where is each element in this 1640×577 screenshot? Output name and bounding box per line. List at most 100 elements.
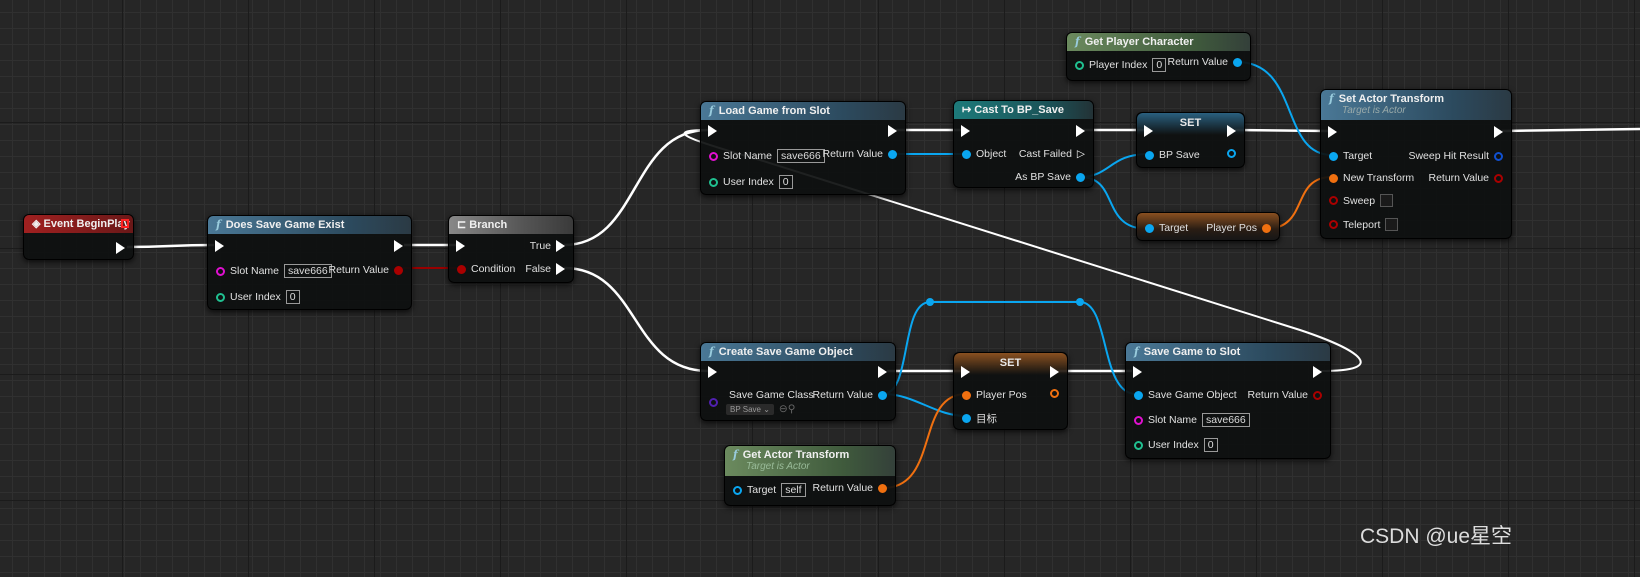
new-transform-pin[interactable]: New Transform [1329,172,1414,184]
teleport-checkbox[interactable] [1385,218,1399,231]
slot-name-input[interactable]: save666 [284,264,332,278]
exec-wire [1501,127,1640,133]
pin-label: Return Value [1428,172,1489,184]
exec-pin-icon [394,240,403,252]
user-index-input[interactable]: 0 [1203,438,1218,452]
user-index-pin[interactable]: User Index 0 [1134,438,1218,452]
node-load-game-from-slot[interactable]: f Load Game from Slot Slot Name save666 Re… [700,101,906,195]
save-game-object-pin[interactable]: Save Game Object [1134,389,1237,401]
bool-pin-icon [1329,220,1338,229]
node-event-begin-play[interactable]: ◈ Event BeginPlay [23,214,134,260]
node-get-actor-transform[interactable]: f Get Actor Transform Target is Actor Targ… [724,445,896,506]
output-pin[interactable] [1050,389,1059,398]
user-index-pin[interactable]: User Index 0 [216,290,300,304]
node-cast-to-bp-save[interactable]: ↦ Cast To BP_Save Object ▷ Cast Failed As… [953,100,1094,188]
sweep-pin[interactable]: Sweep [1329,194,1394,207]
node-title: Event BeginPlay [43,218,130,230]
player-pos-pin[interactable]: Player Pos [962,389,1027,401]
slot-name-pin[interactable]: Slot Name save666 [216,264,332,278]
exec-in-pin[interactable] [961,125,970,137]
int-pin-icon [1075,60,1084,70]
sweep-hit-result-pin[interactable]: Sweep Hit Result [1408,150,1503,162]
string-pin-icon [1134,415,1143,425]
exec-pin-icon [708,125,717,137]
exec-pin-icon [708,366,717,378]
exec-in-pin[interactable] [456,240,465,252]
node-set-player-pos[interactable]: SET Player Pos 目标 [953,352,1068,430]
output-pin[interactable] [1227,149,1236,158]
class-picker[interactable]: BP Save ⌄ ⊖⚲ [726,403,795,415]
node-title: Create Save Game Object [718,346,853,358]
player-index-pin[interactable]: Player Index 0 [1075,58,1167,72]
node-save-game-to-slot[interactable]: f Save Game to Slot Save Game Object Retu… [1125,342,1331,459]
delegate-pin-icon[interactable] [121,219,129,228]
exec-out-pin[interactable] [1494,126,1503,138]
exec-in-pin[interactable] [215,240,224,252]
return-value-pin[interactable]: Return Value [1428,172,1503,184]
exec-out-pin[interactable] [116,242,125,254]
transform-pin-icon [1050,389,1059,398]
node-subtitle: Target is Actor [1342,105,1406,116]
node-create-save-game-object[interactable]: f Create Save Game Object Save Game Class… [700,342,896,421]
true-pin[interactable]: True [530,240,565,252]
target-input[interactable]: self [781,483,806,497]
target-pin[interactable]: 目标 [962,411,997,426]
exec-out-pin[interactable] [394,240,403,252]
slot-name-input[interactable]: save666 [777,149,825,163]
return-value-pin[interactable]: Return Value [328,264,403,276]
false-pin[interactable]: False [525,263,565,275]
pin-label: Return Value [812,389,873,401]
teleport-pin[interactable]: Teleport [1329,218,1399,231]
as-bp-save-pin[interactable]: As BP Save [1015,171,1085,183]
exec-in-pin[interactable] [1133,366,1142,378]
exec-out-pin[interactable] [878,366,887,378]
slot-name-pin[interactable]: Slot Name save666 [709,149,825,163]
node-get-player-character[interactable]: f Get Player Character Player Index 0 Retu… [1066,32,1251,81]
exec-in-pin[interactable] [1328,126,1337,138]
target-pin[interactable]: Target self [733,483,806,497]
node-set-bp-save[interactable]: SET BP Save [1136,112,1245,168]
pin-label: Save Game Class [729,389,814,401]
cast-failed-pin[interactable]: ▷ Cast Failed [1019,148,1085,160]
sweep-checkbox[interactable] [1380,194,1394,207]
return-value-pin[interactable]: Return Value [822,148,897,160]
branch-icon: ⊏ [457,219,470,231]
browse-icon[interactable]: ⊖⚲ [779,403,796,415]
bp-save-pin[interactable]: BP Save [1145,149,1200,161]
exec-out-pin[interactable] [1076,125,1085,137]
return-value-pin[interactable]: Return Value [1167,56,1242,68]
slot-name-pin[interactable]: Slot Name save666 [1134,413,1250,427]
player-index-input[interactable]: 0 [1152,58,1167,72]
return-value-pin[interactable]: Return Value [812,482,887,494]
exec-in-pin[interactable] [961,366,970,378]
exec-in-pin[interactable] [708,366,717,378]
pin-label: New Transform [1343,172,1415,184]
reroute-node [926,298,934,306]
exec-out-pin[interactable] [888,125,897,137]
exec-out-pin[interactable] [1313,366,1322,378]
exec-out-pin[interactable] [1050,366,1059,378]
return-value-pin[interactable]: Return Value [1247,389,1322,401]
pin-label: Sweep Hit Result [1408,150,1489,162]
string-pin-icon [216,266,225,276]
condition-pin[interactable]: Condition [457,263,515,275]
pin-label: Target [747,484,777,496]
user-index-input[interactable]: 0 [285,290,300,304]
node-does-save-game-exist[interactable]: f Does Save Game Exist Slot Name save666 R… [207,215,412,310]
exec-in-pin[interactable] [1144,125,1153,137]
node-branch[interactable]: ⊏ Branch True Condition False [448,215,574,283]
exec-out-pin[interactable] [1227,125,1236,137]
object-pin[interactable]: Object [962,148,1006,160]
node-set-actor-transform[interactable]: f Set Actor Transform Target is Actor Targ… [1320,89,1512,239]
exec-in-pin[interactable] [708,125,717,137]
target-pin[interactable]: Target [1329,150,1372,162]
target-pin[interactable]: Target [1145,222,1188,234]
slot-name-input[interactable]: save666 [1202,413,1250,427]
user-index-input[interactable]: 0 [778,175,793,189]
return-value-pin[interactable]: Return Value [812,389,887,401]
player-pos-pin[interactable]: Player Pos [1206,222,1271,234]
user-index-pin[interactable]: User Index 0 [709,175,793,189]
class-dropdown[interactable]: BP Save [730,405,761,414]
save-game-class-pin[interactable] [709,398,718,407]
node-get-player-pos[interactable]: Target Player Pos [1136,212,1280,241]
